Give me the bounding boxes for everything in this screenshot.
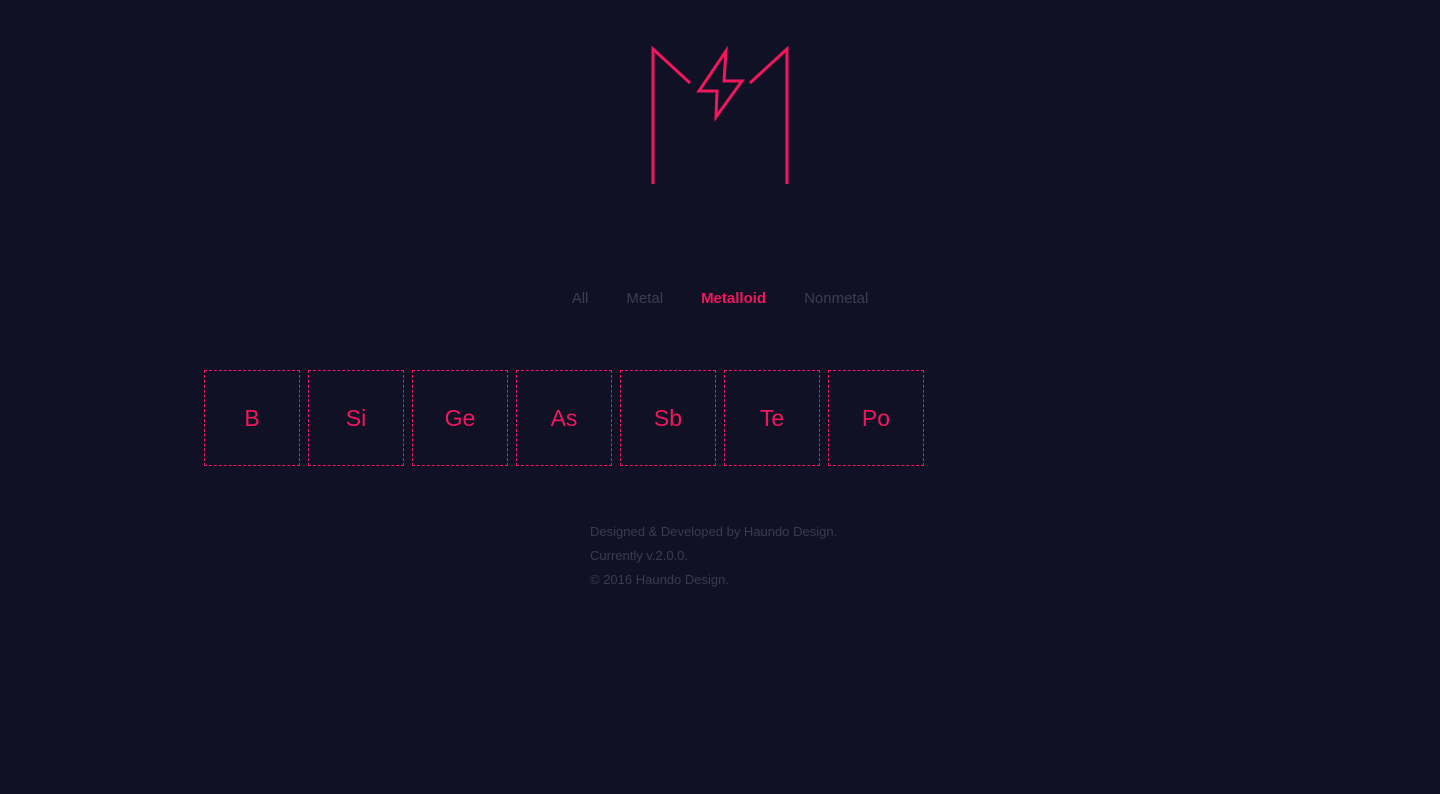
logo[interactable]: [650, 46, 790, 186]
element-tile-si[interactable]: Si: [308, 370, 404, 466]
page: All Metal Metalloid Nonmetal B Si Ge As …: [0, 0, 1440, 794]
element-tile-sb[interactable]: Sb: [620, 370, 716, 466]
filter-nonmetal[interactable]: Nonmetal: [804, 290, 868, 308]
element-tile-as[interactable]: As: [516, 370, 612, 466]
footer-version: Currently v.2.0.0.: [590, 548, 689, 563]
footer-copyright: © 2016 Haundo Design.: [590, 572, 729, 587]
category-filter-nav: All Metal Metalloid Nonmetal: [0, 290, 1440, 308]
footer: Designed & Developed by Haundo Design. C…: [590, 520, 837, 592]
filter-metal[interactable]: Metal: [626, 290, 663, 308]
element-tile-te[interactable]: Te: [724, 370, 820, 466]
footer-credit: Designed & Developed by Haundo Design.: [590, 524, 838, 539]
element-tile-b[interactable]: B: [204, 370, 300, 466]
filter-metalloid[interactable]: Metalloid: [701, 290, 766, 308]
element-grid: B Si Ge As Sb Te Po: [204, 370, 924, 466]
element-tile-po[interactable]: Po: [828, 370, 924, 466]
element-tile-ge[interactable]: Ge: [412, 370, 508, 466]
lightning-m-logo-icon: [651, 46, 789, 184]
filter-all[interactable]: All: [572, 290, 589, 308]
